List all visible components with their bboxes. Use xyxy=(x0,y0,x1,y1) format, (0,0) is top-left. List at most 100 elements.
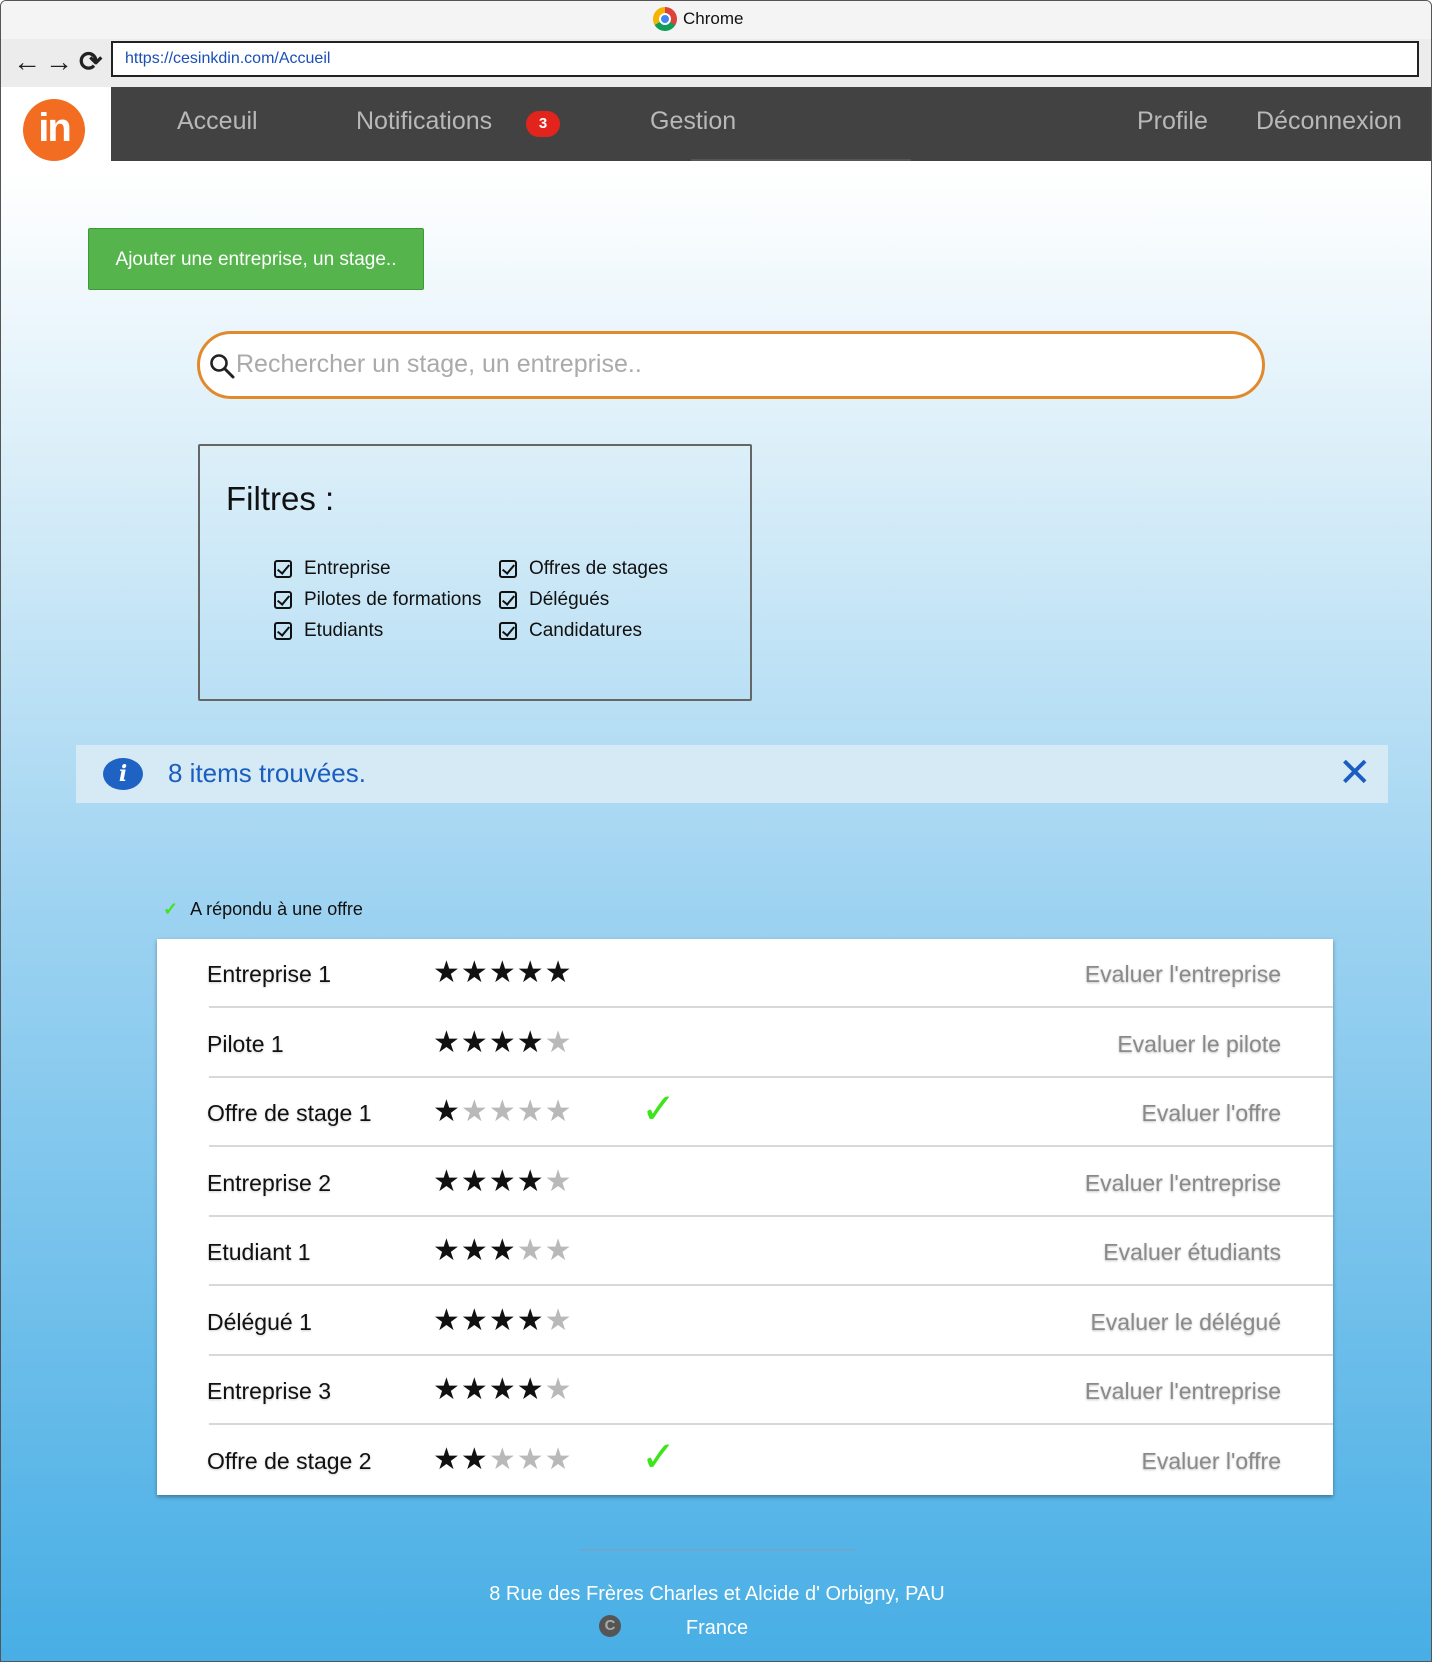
star-filled-icon[interactable]: ★ xyxy=(433,1164,461,1199)
checkbox-checked-icon[interactable] xyxy=(499,591,517,609)
notification-badge[interactable]: 3 xyxy=(526,111,560,137)
star-filled-icon[interactable]: ★ xyxy=(517,1164,545,1199)
checkbox-checked-icon[interactable] xyxy=(274,591,292,609)
add-company-button[interactable]: Ajouter une entreprise, un stage.. xyxy=(88,228,424,290)
results-table: Entreprise 1 ★★★★★ Evaluer l'entreprise Pil… xyxy=(157,939,1333,1495)
evaluate-link[interactable]: Evaluer le pilote xyxy=(1117,1031,1281,1058)
star-filled-icon[interactable]: ★ xyxy=(461,955,489,990)
star-filled-icon[interactable]: ★ xyxy=(517,1372,545,1407)
checkbox-checked-icon[interactable] xyxy=(274,622,292,640)
star-filled-icon[interactable]: ★ xyxy=(433,1025,461,1060)
star-rating[interactable]: ★★★★★ xyxy=(433,1442,573,1477)
star-filled-icon[interactable]: ★ xyxy=(433,1233,461,1268)
row-name[interactable]: Entreprise 1 xyxy=(207,961,331,988)
checkbox-checked-icon[interactable] xyxy=(499,622,517,640)
star-filled-icon[interactable]: ★ xyxy=(489,1303,517,1338)
star-rating[interactable]: ★★★★★ xyxy=(433,1164,573,1199)
table-row: Entreprise 3 ★★★★★ Evaluer l'entreprise xyxy=(157,1356,1333,1425)
star-filled-icon[interactable]: ★ xyxy=(461,1372,489,1407)
checkbox-checked-icon[interactable] xyxy=(499,560,517,578)
reload-icon[interactable]: ⟳ xyxy=(79,45,102,79)
star-empty-icon[interactable]: ★ xyxy=(545,1164,573,1199)
chrome-logo-icon xyxy=(653,7,677,31)
arrow-right-icon[interactable]: → xyxy=(45,45,73,79)
star-filled-icon[interactable]: ★ xyxy=(461,1164,489,1199)
evaluate-link[interactable]: Evaluer étudiants xyxy=(1103,1239,1281,1266)
star-filled-icon[interactable]: ★ xyxy=(433,1094,461,1129)
star-filled-icon[interactable]: ★ xyxy=(461,1025,489,1060)
star-empty-icon[interactable]: ★ xyxy=(517,1442,545,1477)
star-rating[interactable]: ★★★★★ xyxy=(433,955,573,990)
star-rating[interactable]: ★★★★★ xyxy=(433,1372,573,1407)
evaluate-link[interactable]: Evaluer l'entreprise xyxy=(1085,961,1281,988)
evaluate-link[interactable]: Evaluer l'offre xyxy=(1142,1100,1281,1127)
star-filled-icon[interactable]: ★ xyxy=(461,1303,489,1338)
star-filled-icon[interactable]: ★ xyxy=(489,1233,517,1268)
evaluate-link[interactable]: Evaluer le délégué xyxy=(1090,1309,1281,1336)
evaluate-link[interactable]: Evaluer l'entreprise xyxy=(1085,1170,1281,1197)
star-filled-icon[interactable]: ★ xyxy=(433,955,461,990)
star-empty-icon[interactable]: ★ xyxy=(461,1094,489,1129)
nav-home[interactable]: Acceuil xyxy=(177,107,258,136)
site-logo[interactable]: in xyxy=(23,99,85,161)
search-placeholder: Rechercher un stage, un entreprise.. xyxy=(236,350,642,378)
filter-entreprise[interactable]: Entreprise xyxy=(274,558,391,580)
row-name[interactable]: Entreprise 2 xyxy=(207,1170,331,1197)
check-icon: ✓ xyxy=(641,1084,677,1133)
star-rating[interactable]: ★★★★★ xyxy=(433,1233,573,1268)
nav-gestion[interactable]: Gestion xyxy=(650,107,736,136)
row-name[interactable]: Offre de stage 2 xyxy=(207,1448,372,1475)
row-name[interactable]: Entreprise 3 xyxy=(207,1378,331,1405)
main-nav: Acceuil Notifications 3 Gestion Profile … xyxy=(111,87,1431,161)
star-rating[interactable]: ★★★★★ xyxy=(433,1025,573,1060)
star-filled-icon[interactable]: ★ xyxy=(489,1025,517,1060)
row-name[interactable]: Offre de stage 1 xyxy=(207,1100,372,1127)
filter-label: Candidatures xyxy=(529,620,643,641)
star-empty-icon[interactable]: ★ xyxy=(545,1372,573,1407)
star-filled-icon[interactable]: ★ xyxy=(517,955,545,990)
star-filled-icon[interactable]: ★ xyxy=(461,1442,489,1477)
star-filled-icon[interactable]: ★ xyxy=(489,1372,517,1407)
star-filled-icon[interactable]: ★ xyxy=(517,1303,545,1338)
filter-delegues[interactable]: Délégués xyxy=(499,589,609,611)
table-row: Entreprise 1 ★★★★★ Evaluer l'entreprise xyxy=(157,939,1333,1008)
filter-label: Offres de stages xyxy=(529,558,669,579)
row-name[interactable]: Etudiant 1 xyxy=(207,1239,311,1266)
star-empty-icon[interactable]: ★ xyxy=(489,1442,517,1477)
url-field[interactable]: https://cesinkdin.com/Accueil xyxy=(111,41,1419,77)
star-empty-icon[interactable]: ★ xyxy=(545,1094,573,1129)
star-empty-icon[interactable]: ★ xyxy=(545,1303,573,1338)
star-empty-icon[interactable]: ★ xyxy=(517,1233,545,1268)
nav-profile[interactable]: Profile xyxy=(1137,107,1208,136)
evaluate-link[interactable]: Evaluer l'entreprise xyxy=(1085,1378,1281,1405)
nav-logout[interactable]: Déconnexion xyxy=(1256,107,1402,136)
star-filled-icon[interactable]: ★ xyxy=(489,955,517,990)
arrow-left-icon[interactable]: ← xyxy=(13,45,41,79)
row-name[interactable]: Délégué 1 xyxy=(207,1309,312,1336)
star-filled-icon[interactable]: ★ xyxy=(433,1372,461,1407)
filter-pilotes[interactable]: Pilotes de formations xyxy=(274,589,481,611)
star-empty-icon[interactable]: ★ xyxy=(545,1442,573,1477)
filter-candidatures[interactable]: Candidatures xyxy=(499,620,642,642)
star-empty-icon[interactable]: ★ xyxy=(489,1094,517,1129)
evaluate-link[interactable]: Evaluer l'offre xyxy=(1142,1448,1281,1475)
star-filled-icon[interactable]: ★ xyxy=(461,1233,489,1268)
star-rating[interactable]: ★★★★★ xyxy=(433,1303,573,1338)
star-empty-icon[interactable]: ★ xyxy=(545,1233,573,1268)
checkbox-checked-icon[interactable] xyxy=(274,560,292,578)
close-icon[interactable]: ✕ xyxy=(1338,751,1372,795)
star-rating[interactable]: ★★★★★ xyxy=(433,1094,573,1129)
nav-notifications[interactable]: Notifications xyxy=(356,107,492,136)
star-filled-icon[interactable]: ★ xyxy=(433,1303,461,1338)
star-empty-icon[interactable]: ★ xyxy=(545,1025,573,1060)
filter-offres[interactable]: Offres de stages xyxy=(499,558,668,580)
star-filled-icon[interactable]: ★ xyxy=(433,1442,461,1477)
filter-etudiants[interactable]: Etudiants xyxy=(274,620,383,642)
search-input[interactable]: Rechercher un stage, un entreprise.. xyxy=(197,331,1265,399)
star-filled-icon[interactable]: ★ xyxy=(517,1025,545,1060)
star-filled-icon[interactable]: ★ xyxy=(489,1164,517,1199)
star-empty-icon[interactable]: ★ xyxy=(517,1094,545,1129)
star-filled-icon[interactable]: ★ xyxy=(545,955,573,990)
title-bar: Chrome xyxy=(1,1,1431,40)
row-name[interactable]: Pilote 1 xyxy=(207,1031,284,1058)
